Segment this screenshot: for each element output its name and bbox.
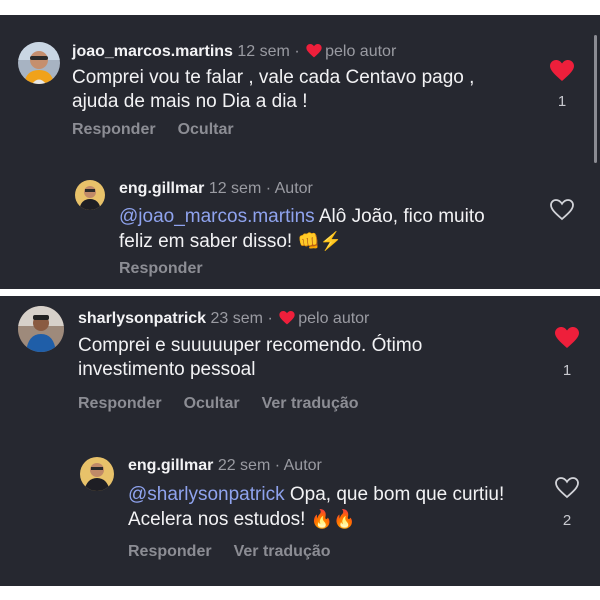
see-translation-button[interactable]: Ver tradução (234, 543, 331, 561)
heart-filled-icon[interactable] (552, 327, 582, 354)
scrollbar[interactable] (594, 35, 597, 163)
reply-username[interactable]: eng.gillmar (119, 180, 204, 197)
author-tag: Autor (283, 457, 322, 474)
reply-button[interactable]: Responder (119, 260, 203, 278)
like-count: 2 (562, 512, 572, 529)
reply-actions: Responder Ver tradução (128, 543, 353, 561)
like-control (547, 199, 577, 230)
author-tag: Autor (274, 180, 313, 197)
reply-actions: Responder (119, 260, 225, 278)
reply-button[interactable]: Responder (128, 543, 212, 561)
like-control: 1 (547, 60, 577, 110)
avatar[interactable] (80, 457, 114, 491)
comment-panel-1: joao_marcos.martins 12 sem · pelo autor … (0, 15, 600, 289)
comment-text: Comprei vou te falar , vale cada Centavo… (72, 67, 475, 112)
like-count: 1 (562, 362, 572, 379)
avatar[interactable] (75, 180, 105, 210)
fire-emoji: 🔥 (333, 509, 356, 529)
hide-button[interactable]: Ocultar (178, 121, 234, 139)
see-translation-button[interactable]: Ver tradução (262, 395, 359, 413)
mention-link[interactable]: @joao_marcos.martins (119, 206, 315, 227)
heart-filled-icon[interactable] (547, 60, 577, 87)
lightning-emoji: ⚡ (319, 231, 343, 251)
like-count: 1 (557, 93, 567, 110)
fist-emoji: 👊 (297, 231, 320, 251)
liked-by-author-label: pelo autor (325, 43, 397, 60)
comment-username[interactable]: joao_marcos.martins (72, 43, 233, 60)
fire-emoji: 🔥 (310, 509, 334, 529)
comment-text: Comprei e suuuuuper recomendo. Ótimo inv… (78, 335, 423, 380)
comment-actions: Responder Ocultar (72, 121, 256, 139)
comment-actions: Responder Ocultar Ver tradução (78, 395, 381, 413)
comment-header: joao_marcos.martins 12 sem · pelo autor (72, 42, 396, 64)
reply-username[interactable]: eng.gillmar (128, 457, 213, 474)
heart-outline-icon[interactable] (552, 477, 582, 504)
avatar[interactable] (18, 306, 64, 352)
like-control: 2 (552, 477, 582, 529)
reply-time: 12 sem (208, 180, 262, 197)
avatar[interactable] (18, 42, 60, 84)
comment-time: 12 sem (237, 43, 290, 60)
separator: · (267, 310, 273, 327)
heart-filled-icon (279, 311, 295, 331)
separator: · (274, 457, 281, 474)
comment-header: sharlysonpatrick 23 sem · pelo autor (78, 309, 369, 331)
hide-button[interactable]: Ocultar (184, 395, 240, 413)
comment-panel-2: sharlysonpatrick 23 sem · pelo autor Com… (0, 296, 600, 586)
liked-by-author-label: pelo autor (298, 310, 370, 327)
comment-time: 23 sem (210, 310, 263, 327)
separator: · (265, 180, 272, 197)
like-control: 1 (552, 327, 582, 379)
reply-text: @sharlysonpatrick Opa, que bom que curti… (128, 483, 513, 532)
reply-button[interactable]: Responder (72, 121, 156, 139)
reply-header: eng.gillmar 22 sem · Autor (128, 456, 322, 476)
reply-time: 22 sem (217, 457, 271, 474)
reply-header: eng.gillmar 12 sem · Autor (119, 179, 313, 199)
heart-outline-icon[interactable] (547, 199, 577, 226)
reply-button[interactable]: Responder (78, 395, 162, 413)
mention-link[interactable]: @sharlysonpatrick (128, 484, 285, 505)
reply-text: @joao_marcos.martins Alô João, fico muit… (119, 205, 519, 254)
separator: · (294, 43, 300, 60)
comment-username[interactable]: sharlysonpatrick (78, 310, 206, 327)
heart-filled-icon (306, 44, 322, 64)
